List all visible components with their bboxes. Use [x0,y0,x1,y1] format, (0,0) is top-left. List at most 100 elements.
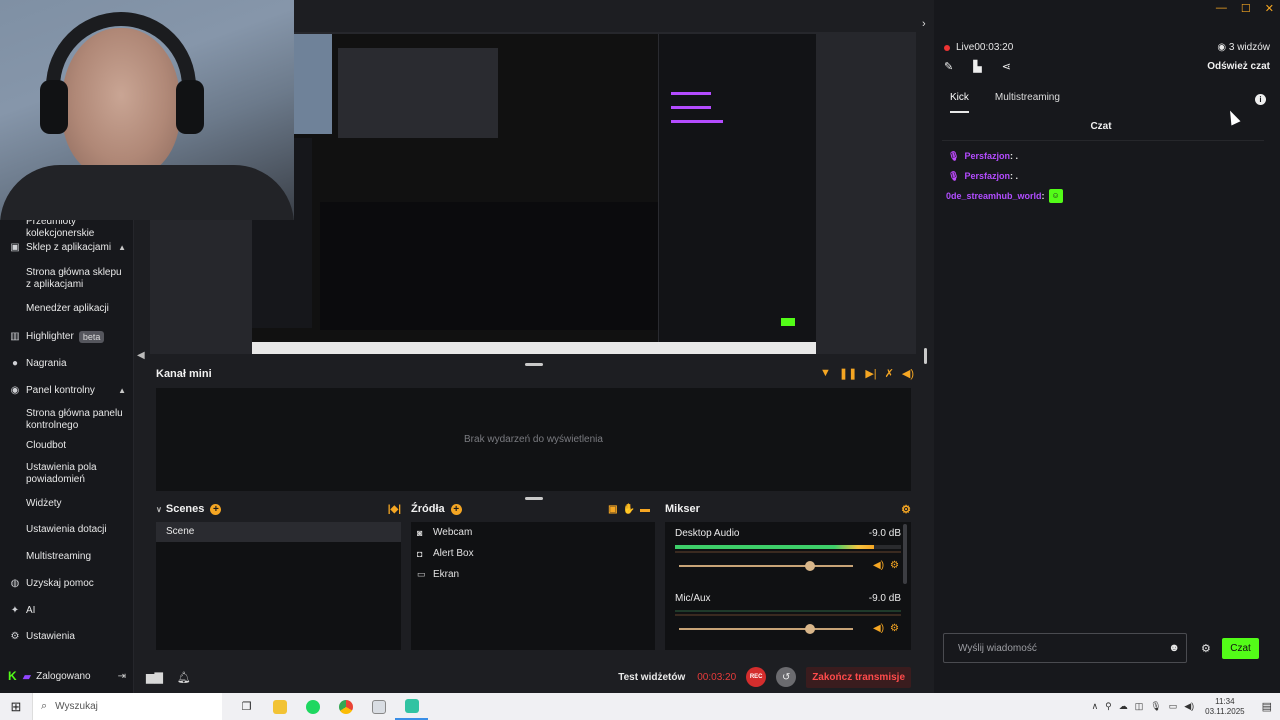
clock[interactable]: 11:34 03.11.2025 [1205,697,1244,717]
tray-app-icon[interactable]: ◫ [1135,701,1144,712]
microphone-icon[interactable]: 🎙︎ [1150,701,1161,712]
notifications-icon[interactable]: 🔔︎ [177,671,191,684]
streamlabs-icon[interactable] [395,693,428,720]
volume-slider-knob[interactable] [804,623,815,634]
sidebar-item-alertbox-settings[interactable]: Ustawienia pola powiadomień [0,459,134,493]
sidebar-item-widgets[interactable]: Widżety [0,493,134,519]
help-icon: ◍ [10,578,20,589]
chat-settings-icon[interactable]: ⚙ [1201,642,1211,655]
sidebar-item-cloudbot[interactable]: Cloudbot [0,437,134,459]
sidebar-item-store-home[interactable]: Strona główna sklepu z aplikacjami [0,264,134,298]
volume-slider-knob[interactable] [804,560,815,571]
record-button[interactable]: REC [746,667,767,687]
notification-center-icon[interactable]: ▤ [1262,700,1272,713]
tab-multistreaming[interactable]: Multistreaming [995,92,1060,113]
file-explorer-icon[interactable] [263,693,296,720]
source-item-alertbox[interactable]: ◘ Alert Box [411,543,655,564]
source-folder-icon[interactable]: ▬ [640,504,655,515]
tab-kick[interactable]: Kick [950,92,969,113]
source-group-icon[interactable]: ▣ [608,504,622,515]
alertbox-icon: ◘ [417,548,423,559]
copy-icon[interactable]: ▙ [973,60,981,73]
minimize-icon[interactable]: — [1216,2,1227,15]
live-status: Live 00:03:20 ◉ 3 widzów [944,42,1270,53]
source-selective-icon[interactable]: ✋ [623,504,640,515]
refresh-chat-button[interactable]: Odśwież czat [1207,61,1270,72]
info-icon[interactable]: i [1255,94,1266,105]
chat-username[interactable]: Persfazjon [964,171,1010,181]
chat-message: 🎙︎ Persfazjon: . [948,166,1268,186]
share-icon[interactable]: ⋖ [1002,60,1011,73]
sidebar-item-ai[interactable]: ✦ AI [0,599,134,625]
windows-start-icon[interactable]: ⊞ [0,699,32,715]
eye-icon: ◉ [1217,42,1229,53]
tray-app-icon[interactable]: ☁ [1119,701,1128,712]
replay-buffer-icon[interactable]: ↺ [776,667,797,687]
chat-username[interactable]: Persfazjon [964,151,1010,161]
send-chat-button[interactable]: Czat [1222,638,1259,659]
gear-icon[interactable]: ⚙ [890,560,899,571]
sidebar-item-dashboard-home[interactable]: Strona główna panelu kontrolnego [0,404,134,437]
speaker-icon[interactable]: ◀) [1184,701,1194,712]
speaker-icon[interactable]: ◀) [873,560,884,571]
collapse-left-icon[interactable]: ◀ [137,350,145,361]
source-item-webcam[interactable]: ◙ Webcam [411,522,655,543]
volume-slider[interactable] [679,623,853,634]
tray-app-icon[interactable]: ⚲ [1105,701,1112,712]
shirt-shape [0,165,294,220]
task-view-icon[interactable]: ❐ [230,693,263,720]
sidebar-item-recordings[interactable]: ● Nagrania [0,351,134,378]
spotify-icon[interactable] [296,693,329,720]
network-icon[interactable]: ▭ [1169,701,1178,712]
add-scene-button[interactable]: + [210,503,222,515]
sidebar-account[interactable]: K ▰ Zalogowano ⇥ [0,665,134,687]
sidebar-item-app-store[interactable]: ▣ Sklep z aplikacjami ▲ [0,240,134,264]
source-item-display[interactable]: ▭ Ekran [411,564,655,585]
volume-icon[interactable]: ◀) [902,367,914,380]
speaker-icon[interactable]: ◀) [873,623,884,634]
maximize-icon[interactable]: ☐ [1241,2,1251,15]
close-icon[interactable]: ✕ [1265,2,1274,15]
logout-icon[interactable]: ⇥ [118,671,126,682]
audio-meter-fill [675,545,874,549]
sidebar-item-settings[interactable]: ⚙ Ustawienia [0,625,134,651]
expand-chevron-icon[interactable]: › [922,18,926,30]
sidebar-item-multistreaming[interactable]: Multistreaming [0,546,134,572]
filter-icon[interactable]: ▼ [820,367,831,380]
chevron-down-icon[interactable]: ∨ [156,505,162,514]
chat-message-input[interactable]: ☻ [943,633,1187,663]
resize-handle-horizontal[interactable] [525,363,543,366]
tray-chevron-icon[interactable]: ∧ [1092,701,1099,712]
sidebar-item-highlighter[interactable]: ▥ Highlighter beta [0,325,134,351]
chat-input-field[interactable] [958,642,1169,654]
test-widgets-button[interactable]: Test widżetów [618,672,685,683]
chat-username[interactable]: 0de_streamhub_world [946,191,1042,201]
volume-slider[interactable] [679,560,853,571]
taskbar-apps: ❐ [230,693,428,720]
pause-icon[interactable]: ❚❚ [839,367,857,380]
mixer-settings-icon[interactable]: ⚙ [901,503,911,516]
gear-icon[interactable]: ⚙ [890,623,899,634]
add-source-button[interactable]: + [450,503,462,515]
notepad-icon[interactable] [362,693,395,720]
mute-alerts-icon[interactable]: ✗ [885,367,894,380]
resize-handle-vertical[interactable] [924,348,927,364]
end-stream-button[interactable]: Zakończ transmisje [806,666,911,688]
chevron-up-icon[interactable]: ▲ [118,242,126,254]
emoji-icon[interactable]: ☻ [1168,642,1180,654]
skip-icon[interactable]: ▶| [865,367,876,380]
chrome-icon[interactable] [329,693,362,720]
sidebar-item-donation-settings[interactable]: Ustawienia dotacji [0,519,134,546]
scene-item[interactable]: Scene [156,522,401,542]
sidebar-item-app-manager[interactable]: Menedżer aplikacji [0,298,134,325]
sidebar-item-dashboard[interactable]: ◉ Panel kontrolny ▲ [0,378,134,404]
stats-icon[interactable]: ▆▇ [146,671,163,684]
scene-transition-icon[interactable]: |◆| [388,504,401,515]
chevron-up-icon[interactable]: ▲ [118,385,126,397]
mixer-channel-mic: Mic/Aux -9.0 dB ◀) ⚙ [665,571,911,634]
edit-icon[interactable]: ✎ [944,60,953,73]
sources-dock: Źródła + ▣✋▬ ◙ Webcam ◘ Alert Box ▭ Ekran [411,500,655,652]
taskbar-search[interactable]: ⌕ Wyszukaj [32,693,222,720]
sidebar-item-get-help[interactable]: ◍ Uzyskaj pomoc [0,572,134,599]
kick-emote-icon: ☺ [1048,189,1063,203]
